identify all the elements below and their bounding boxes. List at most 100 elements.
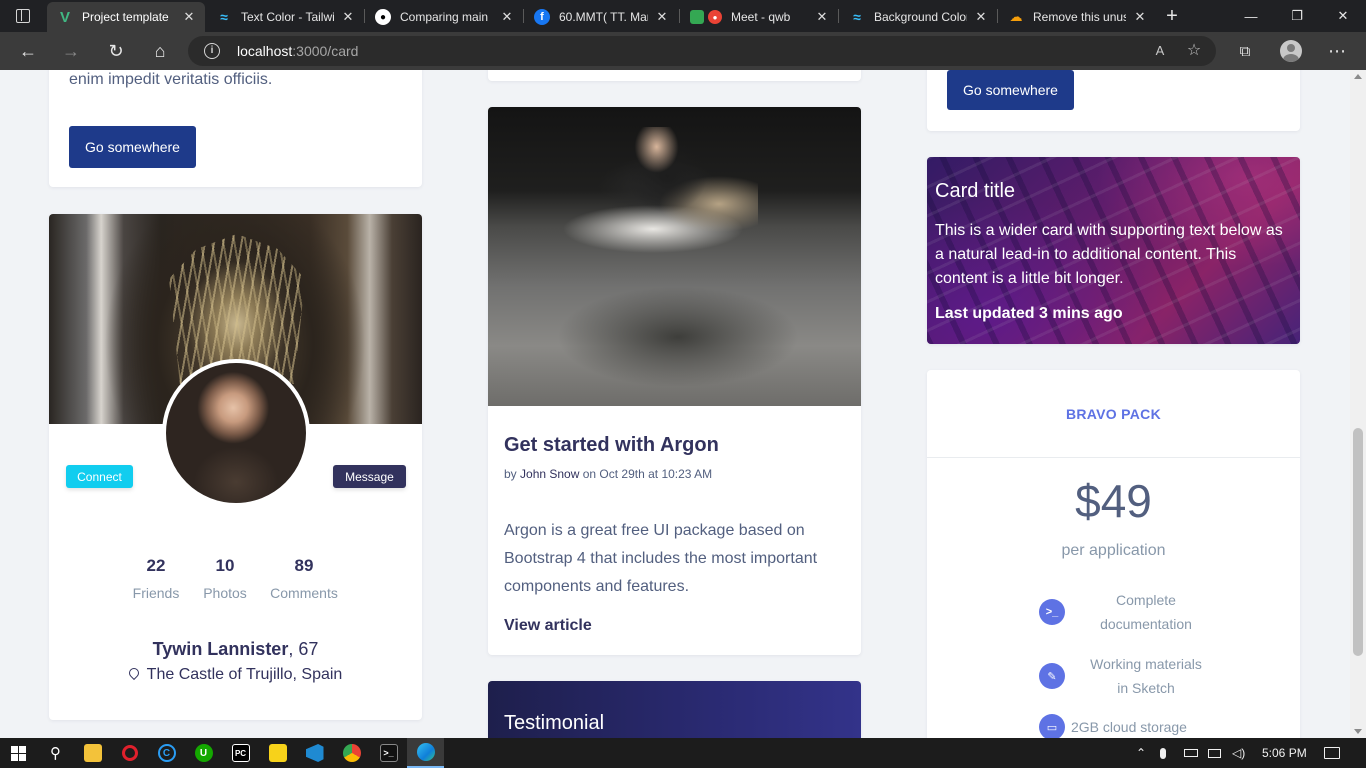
new-tab-button[interactable]: + [1160,5,1184,27]
tab-facebook[interactable]: f 60.MMT( TT. Man ✕ [524,2,678,32]
terminal-icon[interactable]: >_ [370,738,407,768]
profile-name: Tywin Lannister, 67 [49,639,422,660]
blog-title[interactable]: Get started with Argon [504,434,719,457]
minimize-button[interactable]: — [1228,0,1274,32]
sticky-notes-icon[interactable] [259,738,296,768]
refresh-button[interactable]: ↻ [100,37,132,65]
cloud-icon: ☁ [1009,9,1023,24]
ccleaner-icon[interactable]: C [148,738,185,768]
edge-icon[interactable] [407,738,444,768]
network-icon[interactable] [1208,738,1221,768]
view-article-link[interactable]: View article [504,617,592,635]
battery-icon[interactable] [1184,738,1198,768]
settings-more-icon[interactable]: ⋯ [1322,37,1352,65]
back-button[interactable]: ← [12,37,44,65]
testimonial-title: Testimonial [504,712,605,734]
pricing-card: Bravo pack $49 per application >_ Comple… [927,370,1300,738]
scroll-thumb[interactable] [1353,428,1363,656]
microphone-glyph [1160,747,1166,759]
close-window-button[interactable]: ✕ [1320,0,1366,32]
close-tab-icon[interactable]: ✕ [340,9,356,25]
pricing-header: Bravo pack [927,370,1300,458]
stat-value: 89 [294,556,314,575]
close-tab-icon[interactable]: ✕ [654,9,670,25]
close-tab-icon[interactable]: ✕ [814,9,830,25]
card-text: enim impedit veritatis officiis. [69,71,273,88]
feature-text: 2GB cloud storage [1071,719,1187,735]
collections-icon[interactable]: ⧉ [1230,37,1260,65]
tab-project-template[interactable]: V Project template ✕ [47,2,205,32]
profile-age: , 67 [288,639,319,659]
url-text[interactable]: localhost:3000/card [237,43,358,59]
scroll-up-arrow[interactable] [1354,74,1362,79]
pricing-plan: Bravo pack [1065,406,1162,422]
pricing-feature: >_ Complete documentation [1039,588,1207,636]
taskbar-clock[interactable]: 5:06 PM [1262,738,1307,768]
stat-label: Friends [132,585,180,601]
page-content: enim impedit veritatis officiis. Go some… [0,70,1350,738]
tailwind-icon: ≈ [853,9,861,25]
stat-label: Comments [270,585,338,601]
pricing-price: $49 [1075,475,1152,527]
chrome-icon[interactable] [333,738,370,768]
search-icon[interactable]: ⚲ [37,738,74,768]
tab-meet[interactable]: ● Meet - qwb ✕ [680,2,838,32]
microphone-icon[interactable] [1160,738,1166,768]
vue-icon: V [59,8,70,26]
blog-meta: by John Snow on Oct 29th at 10:23 AM [504,467,712,481]
site-info-icon[interactable]: i [204,43,220,59]
meet-icon [690,10,704,24]
profile-button[interactable] [1276,37,1306,65]
go-somewhere-button[interactable]: Go somewhere [947,70,1074,110]
stat-photos: 10 Photos [185,556,265,601]
close-tab-icon[interactable]: ✕ [973,9,989,25]
card-title: Card title [935,180,1016,202]
add-favorite-icon[interactable]: ☆ [1184,41,1204,61]
go-somewhere-button[interactable]: Go somewhere [69,126,196,168]
windows-start-icon[interactable] [0,738,37,768]
close-tab-icon[interactable]: ✕ [499,9,515,25]
pricing-feature: ▭ 2GB cloud storage [1039,714,1187,738]
upwork-icon[interactable]: U [185,738,222,768]
notifications-icon[interactable] [1324,738,1340,768]
record-icon: ● [708,10,722,24]
read-aloud-icon[interactable]: A [1150,41,1170,61]
tab-text-color[interactable]: ≈ Text Color - Tailwind ✕ [206,2,364,32]
storage-icon: ▭ [1039,714,1065,738]
page-scrollbar[interactable] [1350,70,1366,738]
location-pin-icon [126,665,141,681]
windows-taskbar: ⚲ C U PC >_ ⌃ ◁) 5:06 PM [0,738,1366,768]
profile-avatar[interactable] [162,359,310,507]
connect-button[interactable]: Connect [66,465,133,488]
forward-button[interactable]: → [55,37,87,65]
tab-actions-menu-button[interactable] [0,0,46,32]
tab-title: Comparing main [400,10,489,24]
tab-remove-unused[interactable]: ☁ Remove this unus ✕ [998,2,1156,32]
terminal-icon: >_ [1039,599,1065,625]
card-updated: Last updated 3 mins ago [935,305,1123,322]
opera-icon[interactable] [111,738,148,768]
notification-glyph [1324,747,1340,759]
tab-comparing-main[interactable]: ● Comparing main ✕ [365,2,523,32]
vscode-icon[interactable] [296,738,333,768]
close-tab-icon[interactable]: ✕ [181,9,197,25]
pycharm-icon[interactable]: PC [222,738,259,768]
close-tab-icon[interactable]: ✕ [1132,9,1148,25]
tailwind-icon: ≈ [220,9,228,25]
image-overlay-card: Card title This is a wider card with sup… [927,157,1300,344]
message-button[interactable]: Message [333,465,406,488]
address-bar[interactable]: i localhost:3000/card A ☆ [188,36,1216,66]
restore-button[interactable]: ❐ [1274,0,1320,32]
home-button[interactable]: ⌂ [144,37,176,65]
show-hidden-icons-button[interactable]: ⌃ [1136,738,1146,768]
blog-author[interactable]: John Snow [520,467,579,481]
volume-icon[interactable]: ◁) [1232,738,1245,768]
feature-text: Working materials in Sketch [1090,656,1202,696]
scroll-down-arrow[interactable] [1354,729,1362,734]
profile-avatar-icon [1280,40,1302,62]
tab-background-color[interactable]: ≈ Background Color ✕ [839,2,997,32]
blog-date: on Oct 29th at 10:23 AM [579,467,713,481]
pricing-feature: ✎ Working materials in Sketch [1039,652,1207,700]
file-explorer-icon[interactable] [74,738,111,768]
stat-comments: 89 Comments [264,556,344,601]
